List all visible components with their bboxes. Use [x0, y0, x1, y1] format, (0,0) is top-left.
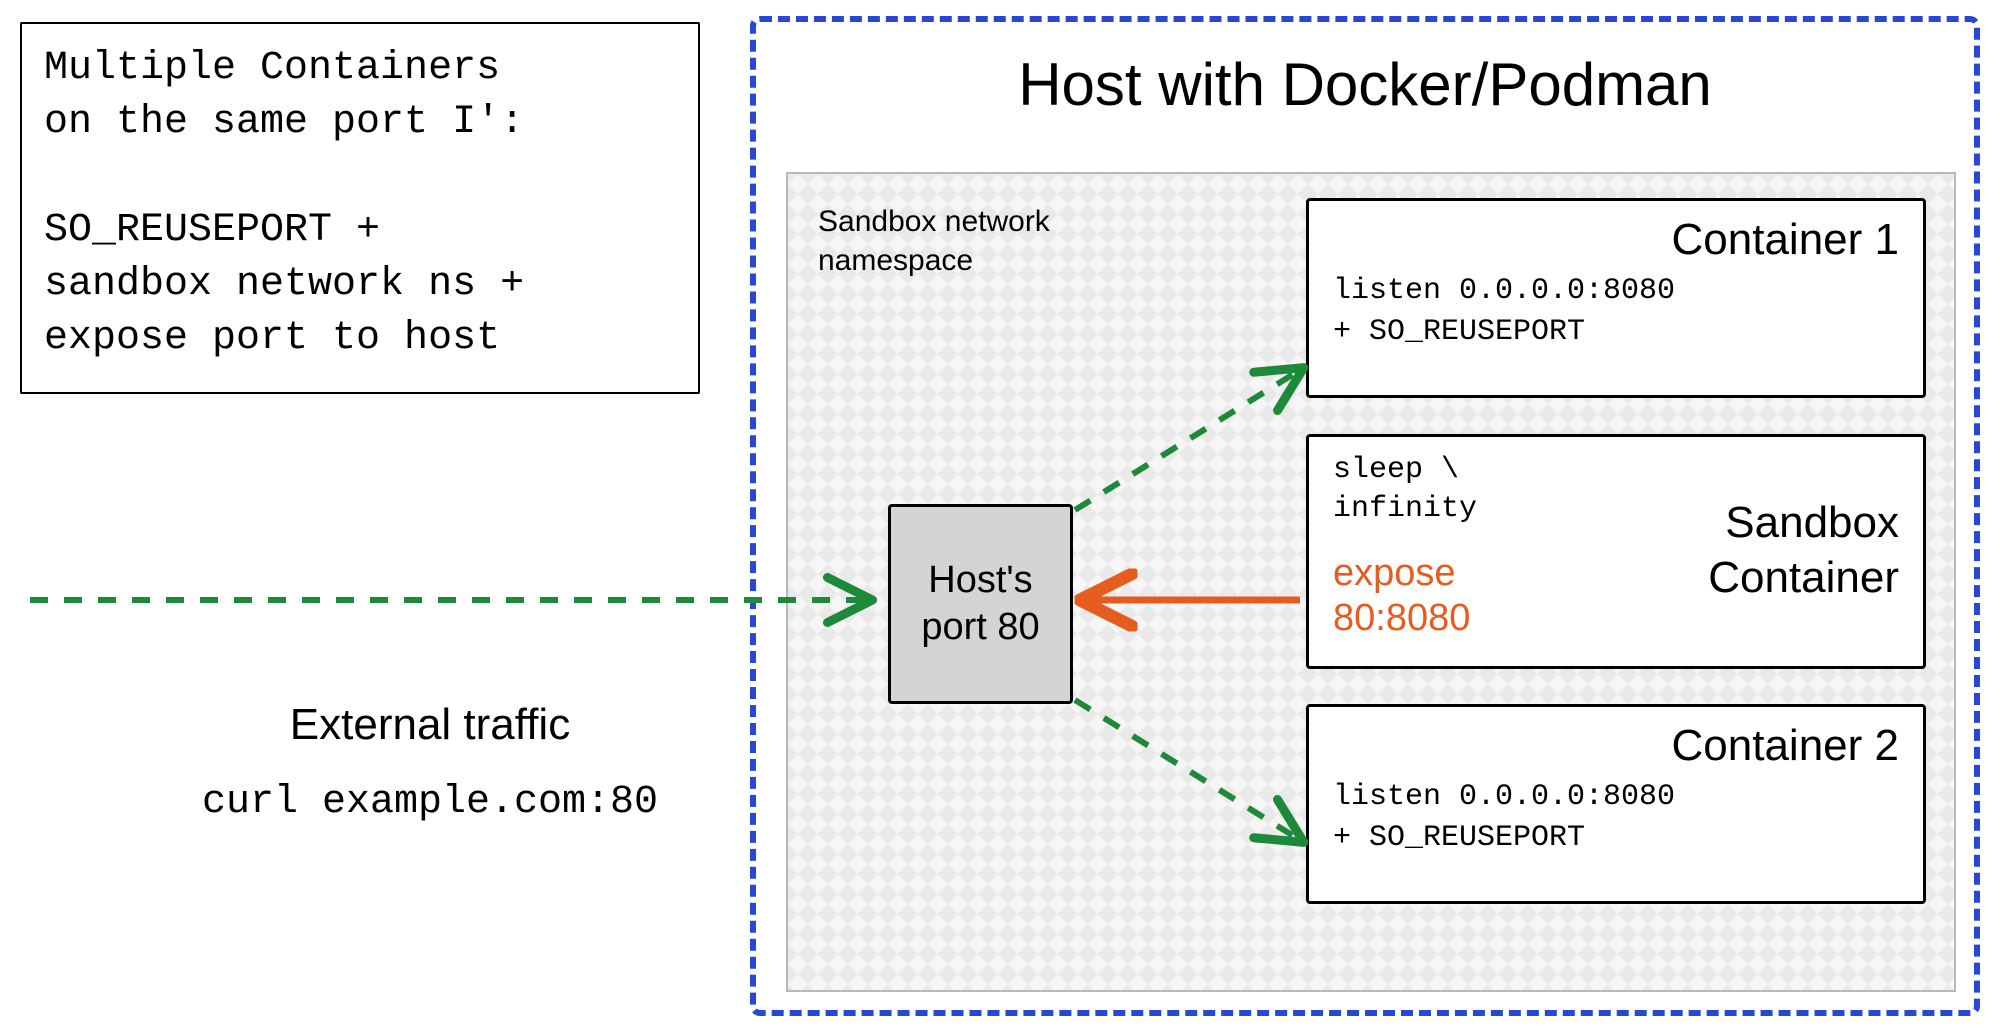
container-2-body: listen 0.0.0.0:8080 + SO_REUSEPORT	[1333, 777, 1899, 858]
container-2-opt: + SO_REUSEPORT	[1333, 821, 1585, 855]
sandbox-label-line2: namespace	[818, 244, 973, 277]
external-traffic-label: External traffic	[170, 700, 690, 750]
container-1-listen: listen 0.0.0.0:8080	[1333, 274, 1675, 308]
sandbox-sleep: sleep \ infinity	[1333, 451, 1543, 529]
container-1-body: listen 0.0.0.0:8080 + SO_REUSEPORT	[1333, 271, 1899, 352]
sandbox-container-title: Sandbox Container	[1563, 451, 1899, 648]
external-traffic-command: curl example.com:80	[170, 780, 690, 825]
title-line3: SO_REUSEPORT +	[44, 208, 380, 253]
sandbox-sleep-line1: sleep \	[1333, 453, 1459, 487]
host-box: Host with Docker/Podman Sandbox network …	[750, 16, 1980, 1016]
sandbox-namespace-box: Sandbox network namespace Host's port 80…	[786, 172, 1956, 992]
title-line4: sandbox network ns +	[44, 262, 524, 307]
title-line1: Multiple Containers	[44, 46, 500, 91]
title-line2: on the same port I':	[44, 100, 524, 145]
title-box: Multiple Containers on the same port I':…	[20, 22, 700, 394]
host-title: Host with Docker/Podman	[1018, 50, 1712, 119]
container-2-box: Container 2 listen 0.0.0.0:8080 + SO_REU…	[1306, 704, 1926, 904]
title-line5: expose port to host	[44, 316, 500, 361]
sandbox-namespace-label: Sandbox network namespace	[818, 202, 1050, 280]
sandbox-sleep-line2: infinity	[1333, 492, 1477, 526]
sandbox-container-title-line1: Sandbox	[1725, 495, 1899, 550]
container-1-opt: + SO_REUSEPORT	[1333, 315, 1585, 349]
container-2-title: Container 2	[1333, 721, 1899, 771]
container-2-listen: listen 0.0.0.0:8080	[1333, 780, 1675, 814]
host-port-box: Host's port 80	[888, 504, 1073, 704]
sandbox-container-title-line2: Container	[1708, 550, 1899, 605]
host-port-line2: port 80	[921, 606, 1039, 648]
container-1-title: Container 1	[1333, 215, 1899, 265]
sandbox-expose: expose 80:8080	[1333, 551, 1543, 642]
container-1-box: Container 1 listen 0.0.0.0:8080 + SO_REU…	[1306, 198, 1926, 398]
sandbox-label-line1: Sandbox network	[818, 205, 1050, 238]
sandbox-expose-line1: expose	[1333, 552, 1456, 594]
host-port-line1: Host's	[928, 559, 1032, 601]
sandbox-container-box: sleep \ infinity expose 80:8080 Sandbox …	[1306, 434, 1926, 669]
sandbox-expose-line2: 80:8080	[1333, 597, 1470, 639]
external-traffic-block: External traffic curl example.com:80	[170, 700, 690, 825]
